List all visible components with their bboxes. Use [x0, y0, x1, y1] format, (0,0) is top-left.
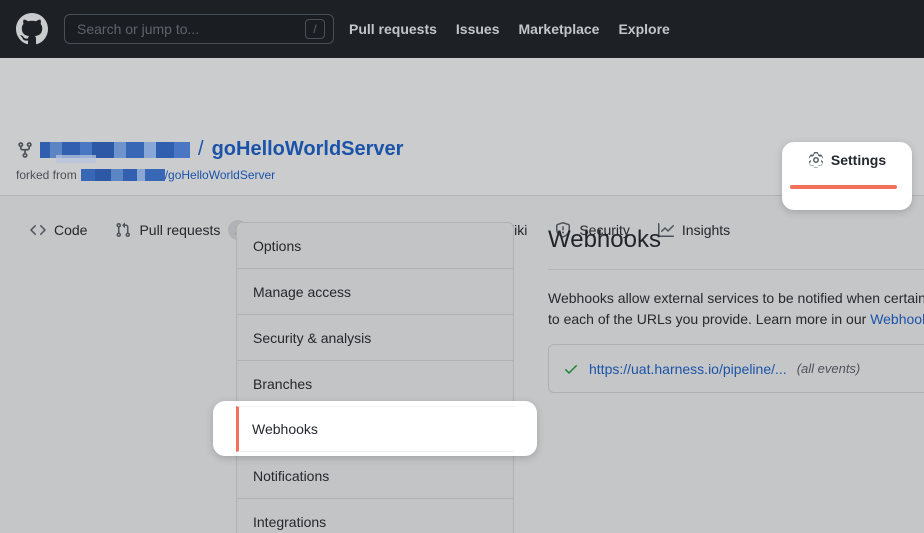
title-divider [548, 269, 924, 270]
tab-label: Insights [682, 222, 730, 238]
slash-shortcut-key: / [305, 19, 325, 39]
gear-icon [808, 152, 824, 168]
sidebar-item-options[interactable]: Options [237, 223, 513, 269]
nav-issues[interactable]: Issues [456, 21, 500, 37]
check-icon [563, 361, 579, 377]
webhook-entry: https://uat.harness.io/pipeline/... (all… [548, 344, 924, 393]
repo-name-link[interactable]: goHelloWorldServer [212, 138, 404, 161]
search-input[interactable]: Search or jump to... / [64, 14, 334, 44]
webhook-events-label: (all events) [797, 361, 861, 376]
search-placeholder: Search or jump to... [65, 21, 305, 37]
nav-pull-requests[interactable]: Pull requests [349, 21, 437, 37]
description-prefix: to each of the URLs you provide. Learn m… [548, 311, 870, 327]
settings-sidebar: Options Manage access Security & analysi… [236, 222, 514, 533]
forked-from-row: forked from /goHelloWorldServer [16, 168, 275, 182]
repo-separator: / [198, 138, 204, 161]
settings-tab-spotlight: Settings [782, 142, 912, 210]
tab-code[interactable]: Code [16, 205, 101, 254]
webhooks-description-line1: Webhooks allow external services to be n… [548, 290, 924, 306]
tab-label: Settings [831, 152, 886, 168]
sidebar-item-integrations[interactable]: Integrations [237, 499, 513, 533]
webhook-url-link[interactable]: https://uat.harness.io/pipeline/... [589, 361, 787, 377]
active-tab-underline [790, 185, 897, 189]
tab-settings[interactable]: Settings [782, 152, 912, 168]
tab-label: Code [54, 222, 87, 238]
page-title: Webhooks [548, 226, 661, 254]
repo-forked-icon [16, 141, 34, 159]
redacted-upstream-owner [81, 169, 165, 181]
forked-from-label: forked from [16, 168, 77, 182]
pull-request-icon [115, 222, 131, 238]
top-header: Search or jump to... / Pull requests Iss… [0, 0, 924, 58]
webhooks-guide-link[interactable]: Webhooks Guide. [870, 311, 924, 327]
tab-label: Pull requests [139, 222, 220, 238]
nav-explore[interactable]: Explore [618, 21, 669, 37]
nav-marketplace[interactable]: Marketplace [519, 21, 600, 37]
header-nav: Pull requests Issues Marketplace Explore [349, 0, 670, 58]
webhooks-item-spotlight: Webhooks [213, 401, 537, 456]
sidebar-item-manage-access[interactable]: Manage access [237, 269, 513, 315]
sidebar-item-notifications[interactable]: Notifications [237, 453, 513, 499]
upstream-repo-link[interactable]: /goHelloWorldServer [165, 168, 276, 182]
webhooks-description-line2: to each of the URLs you provide. Learn m… [548, 311, 924, 327]
sidebar-item-security-analysis[interactable]: Security & analysis [237, 315, 513, 361]
sidebar-item-webhooks[interactable]: Webhooks [236, 406, 514, 452]
redacted-owner-blur [56, 155, 96, 163]
github-settings-page: Search or jump to... / Pull requests Iss… [0, 0, 924, 533]
code-icon [30, 222, 46, 238]
github-logo-icon[interactable] [16, 13, 48, 45]
